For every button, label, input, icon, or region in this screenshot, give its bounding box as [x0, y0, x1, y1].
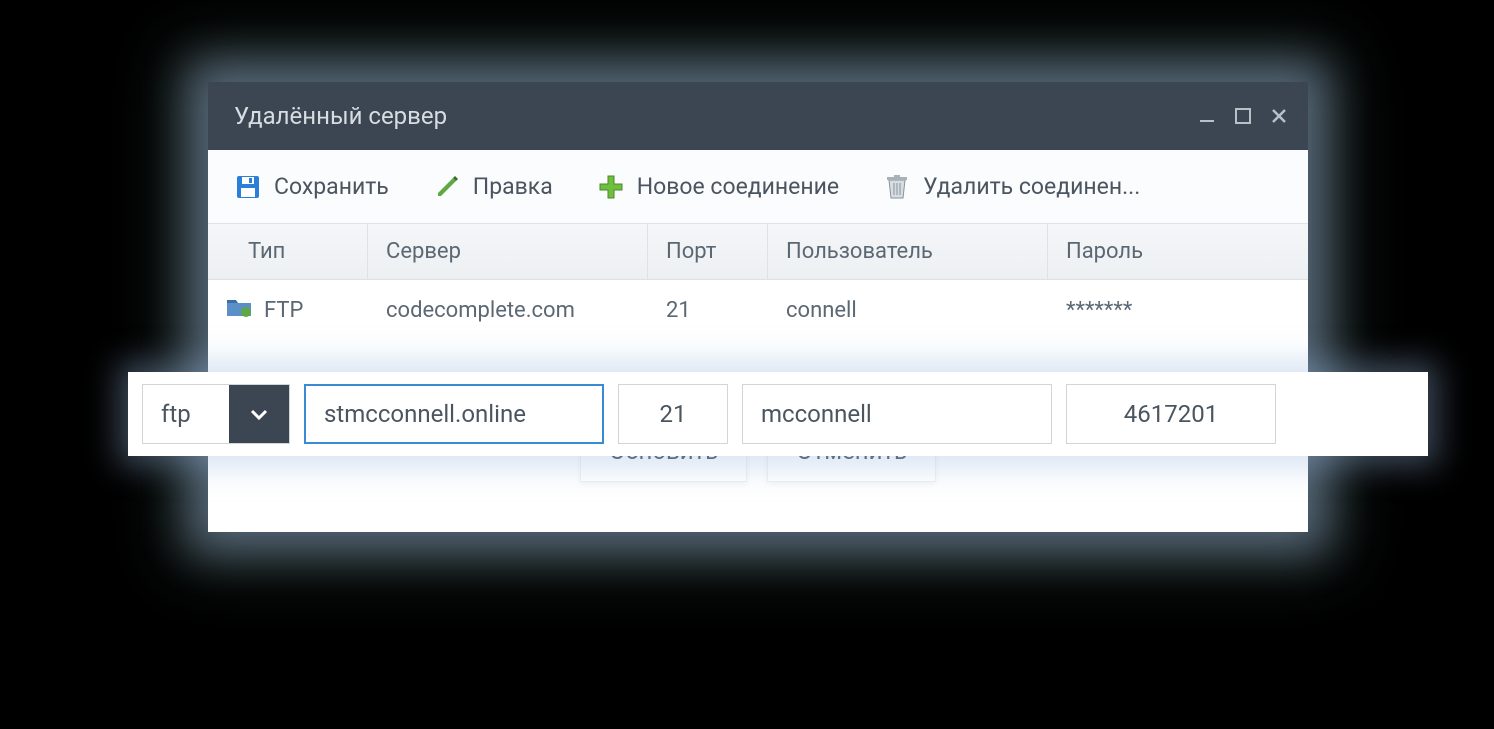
- folder-ftp-icon: [226, 296, 252, 324]
- password-input[interactable]: [1066, 384, 1276, 444]
- type-select-value: ftp: [143, 385, 229, 443]
- row-user-value: connell: [768, 298, 1048, 323]
- close-icon: [1270, 107, 1288, 125]
- window-title: Удалённый сервер: [234, 102, 447, 130]
- minimize-icon: [1198, 107, 1216, 125]
- remote-server-window: Удалённый сервер Сохранить Правка: [208, 82, 1308, 532]
- close-button[interactable]: [1270, 107, 1288, 125]
- maximize-icon: [1234, 107, 1252, 125]
- chevron-down-icon: [248, 403, 270, 425]
- edit-row: ftp: [128, 372, 1428, 456]
- delete-connection-button[interactable]: Удалить соединен...: [865, 165, 1158, 209]
- header-port: Порт: [648, 224, 768, 279]
- port-input[interactable]: [618, 384, 728, 444]
- window-controls: [1198, 107, 1288, 125]
- row-type-value: FTP: [264, 298, 303, 323]
- delete-connection-label: Удалить соединен...: [923, 173, 1140, 200]
- header-server: Сервер: [368, 224, 648, 279]
- new-connection-button[interactable]: Новое соединение: [579, 165, 857, 209]
- titlebar: Удалённый сервер: [208, 82, 1308, 150]
- type-select-toggle[interactable]: [229, 385, 289, 443]
- toolbar: Сохранить Правка Новое соединение Удалит…: [208, 150, 1308, 224]
- trash-icon: [883, 173, 911, 201]
- type-select[interactable]: ftp: [142, 384, 290, 444]
- edit-button[interactable]: Правка: [415, 165, 571, 209]
- minimize-button[interactable]: [1198, 107, 1216, 125]
- table-row[interactable]: FTP codecomplete.com 21 connell *******: [208, 280, 1308, 340]
- user-input[interactable]: [742, 384, 1052, 444]
- plus-icon: [597, 173, 625, 201]
- row-port-value: 21: [648, 298, 768, 323]
- server-input[interactable]: [304, 384, 604, 444]
- header-type: Тип: [208, 224, 368, 279]
- header-user: Пользователь: [768, 224, 1048, 279]
- pencil-icon: [433, 173, 461, 201]
- column-headers: Тип Сервер Порт Пользователь Пароль: [208, 224, 1308, 280]
- save-button[interactable]: Сохранить: [216, 165, 407, 209]
- header-password: Пароль: [1048, 224, 1308, 279]
- save-label: Сохранить: [274, 173, 389, 200]
- edit-label: Правка: [473, 173, 553, 200]
- new-connection-label: Новое соединение: [637, 173, 839, 200]
- row-server-value: codecomplete.com: [368, 298, 648, 323]
- save-icon: [234, 173, 262, 201]
- maximize-button[interactable]: [1234, 107, 1252, 125]
- row-password-value: *******: [1048, 298, 1308, 323]
